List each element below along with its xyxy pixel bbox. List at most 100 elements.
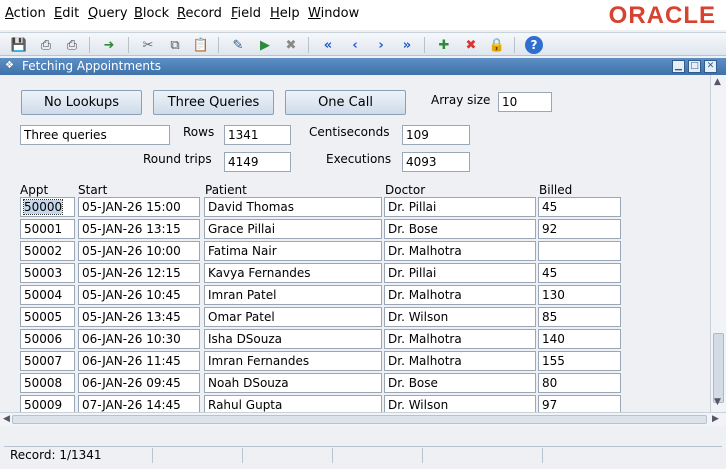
cell-doctor[interactable]: Dr. Pillai — [384, 197, 536, 217]
cell-billed[interactable]: 45 — [538, 197, 621, 217]
cell-start[interactable]: 05-JAN-26 13:45 — [78, 307, 200, 327]
cell-patient[interactable]: Isha DSouza — [204, 329, 382, 349]
cut-icon[interactable]: ✂ — [139, 36, 157, 54]
cell-start[interactable]: 06-JAN-26 10:30 — [78, 329, 200, 349]
print-icon[interactable]: ⎙ — [37, 36, 55, 54]
help-icon[interactable]: ? — [525, 36, 543, 54]
menu-field[interactable]: Field — [231, 6, 261, 21]
cell-appt[interactable]: 50000 — [20, 197, 75, 217]
cell-billed[interactable]: 155 — [538, 351, 621, 371]
cell-appt[interactable]: 50005 — [20, 307, 75, 327]
enter-query-icon[interactable]: ✎ — [229, 36, 247, 54]
cell-appt[interactable]: 50007 — [20, 351, 75, 371]
cell-patient[interactable]: David Thomas — [204, 197, 382, 217]
menu-window[interactable]: Window — [308, 6, 359, 21]
no-lookups-button[interactable]: No Lookups — [21, 90, 142, 115]
toolbar: 💾 ⎙ ⎙ ➜ ✂ ⧉ 📋 ✎ ▶ ✖ « ‹ › » ✚ ✖ 🔒 ? — [0, 32, 726, 56]
cell-doctor[interactable]: Dr. Malhotra — [384, 351, 536, 371]
cell-doctor[interactable]: Dr. Bose — [384, 373, 536, 393]
menu-record[interactable]: Record — [177, 6, 222, 21]
cell-billed[interactable]: 92 — [538, 219, 621, 239]
copy-icon[interactable]: ⧉ — [166, 36, 184, 54]
menu-query[interactable]: Query — [88, 6, 128, 21]
cell-billed[interactable]: 80 — [538, 373, 621, 393]
scroll-right-icon[interactable]: ▶ — [712, 414, 719, 424]
cell-billed[interactable]: 45 — [538, 263, 621, 283]
menu-edit[interactable]: Edit — [54, 6, 79, 21]
cell-doctor[interactable]: Dr. Malhotra — [384, 285, 536, 305]
rows-field[interactable]: 1341 — [224, 125, 291, 145]
cell-patient[interactable]: Grace Pillai — [204, 219, 382, 239]
exit-icon[interactable]: ➜ — [100, 36, 118, 54]
first-record-icon[interactable]: « — [319, 36, 337, 54]
cell-start[interactable]: 06-JAN-26 09:45 — [78, 373, 200, 393]
cell-doctor[interactable]: Dr. Bose — [384, 219, 536, 239]
window-title-bar: ❖ Fetching Appointments ▁ □ ✕ — [0, 58, 726, 75]
cell-billed[interactable]: 130 — [538, 285, 621, 305]
cell-start[interactable]: 06-JAN-26 11:45 — [78, 351, 200, 371]
vertical-scrollbar[interactable]: ▲ ▼ — [710, 75, 726, 412]
execute-query-icon[interactable]: ▶ — [256, 36, 274, 54]
cell-patient[interactable]: Imran Fernandes — [204, 351, 382, 371]
three-queries-button[interactable]: Three Queries — [153, 90, 274, 115]
cell-start[interactable]: 05-JAN-26 10:45 — [78, 285, 200, 305]
last-record-icon[interactable]: » — [398, 36, 416, 54]
cell-patient[interactable]: Kavya Fernandes — [204, 263, 382, 283]
scroll-down-icon[interactable]: ▼ — [714, 397, 721, 407]
cell-start[interactable]: 05-JAN-26 13:15 — [78, 219, 200, 239]
cell-appt[interactable]: 50006 — [20, 329, 75, 349]
table-row: 50006 06-JAN-26 10:30 Isha DSouza Dr. Malho… — [0, 329, 710, 351]
menu-action[interactable]: Action — [5, 6, 46, 21]
cell-doctor[interactable]: Dr. Malhotra — [384, 241, 536, 261]
print-setup-icon[interactable]: ⎙ — [63, 36, 81, 54]
cell-patient[interactable]: Noah DSouza — [204, 373, 382, 393]
cell-billed[interactable]: 85 — [538, 307, 621, 327]
round-trips-label: Round trips — [143, 152, 212, 166]
cell-doctor[interactable]: Dr. Malhotra — [384, 329, 536, 349]
table-row: 50005 05-JAN-26 13:45 Omar Patel Dr. Wilson… — [0, 307, 710, 329]
scroll-up-icon[interactable]: ▲ — [714, 77, 721, 87]
cell-start[interactable]: 05-JAN-26 10:00 — [78, 241, 200, 261]
cell-patient[interactable]: Imran Patel — [204, 285, 382, 305]
cell-doctor[interactable]: Dr. Pillai — [384, 263, 536, 283]
array-size-field[interactable]: 10 — [498, 92, 552, 112]
table-row: 50000 05-JAN-26 15:00 David Thomas Dr. Pill… — [0, 197, 710, 219]
horizontal-scroll-thumb[interactable] — [12, 415, 707, 424]
column-header-patient: Patient — [205, 183, 247, 197]
previous-record-icon[interactable]: ‹ — [346, 36, 364, 54]
mode-field[interactable]: Three queries — [20, 125, 170, 145]
cell-doctor[interactable]: Dr. Wilson — [384, 307, 536, 327]
scroll-left-icon[interactable]: ◀ — [3, 414, 10, 424]
menu-block[interactable]: Block — [134, 6, 169, 21]
close-icon[interactable]: ✕ — [704, 60, 717, 73]
round-trips-field[interactable]: 4149 — [224, 152, 291, 172]
insert-record-icon[interactable]: ✚ — [435, 36, 453, 54]
delete-record-icon[interactable]: ✖ — [462, 36, 480, 54]
menu-bar: Action Edit Query Block Record Field Help Windo… — [0, 0, 726, 30]
horizontal-scrollbar[interactable]: ◀ ▶ — [0, 412, 726, 426]
cancel-query-icon[interactable]: ✖ — [282, 36, 300, 54]
cell-appt[interactable]: 50004 — [20, 285, 75, 305]
cell-start[interactable]: 05-JAN-26 12:15 — [78, 263, 200, 283]
save-icon[interactable]: 💾 — [10, 36, 28, 54]
executions-field[interactable]: 4093 — [402, 152, 470, 172]
cell-appt[interactable]: 50002 — [20, 241, 75, 261]
next-record-icon[interactable]: › — [372, 36, 390, 54]
paste-icon[interactable]: 📋 — [192, 36, 210, 54]
cell-appt[interactable]: 50008 — [20, 373, 75, 393]
one-call-button[interactable]: One Call — [285, 90, 406, 115]
centiseconds-field[interactable]: 109 — [402, 125, 470, 145]
cell-appt[interactable]: 50003 — [20, 263, 75, 283]
menu-help[interactable]: Help — [270, 6, 300, 21]
lock-record-icon[interactable]: 🔒 — [488, 36, 506, 54]
vertical-scroll-thumb[interactable] — [713, 333, 724, 403]
cell-billed[interactable]: 140 — [538, 329, 621, 349]
cell-start[interactable]: 05-JAN-26 15:00 — [78, 197, 200, 217]
cell-appt[interactable]: 50001 — [20, 219, 75, 239]
cell-patient[interactable]: Omar Patel — [204, 307, 382, 327]
table-row: 50004 05-JAN-26 10:45 Imran Patel Dr. Malho… — [0, 285, 710, 307]
minimize-icon[interactable]: ▁ — [672, 60, 685, 73]
cell-billed[interactable] — [538, 241, 621, 261]
cell-patient[interactable]: Fatima Nair — [204, 241, 382, 261]
maximize-icon[interactable]: □ — [688, 60, 701, 73]
